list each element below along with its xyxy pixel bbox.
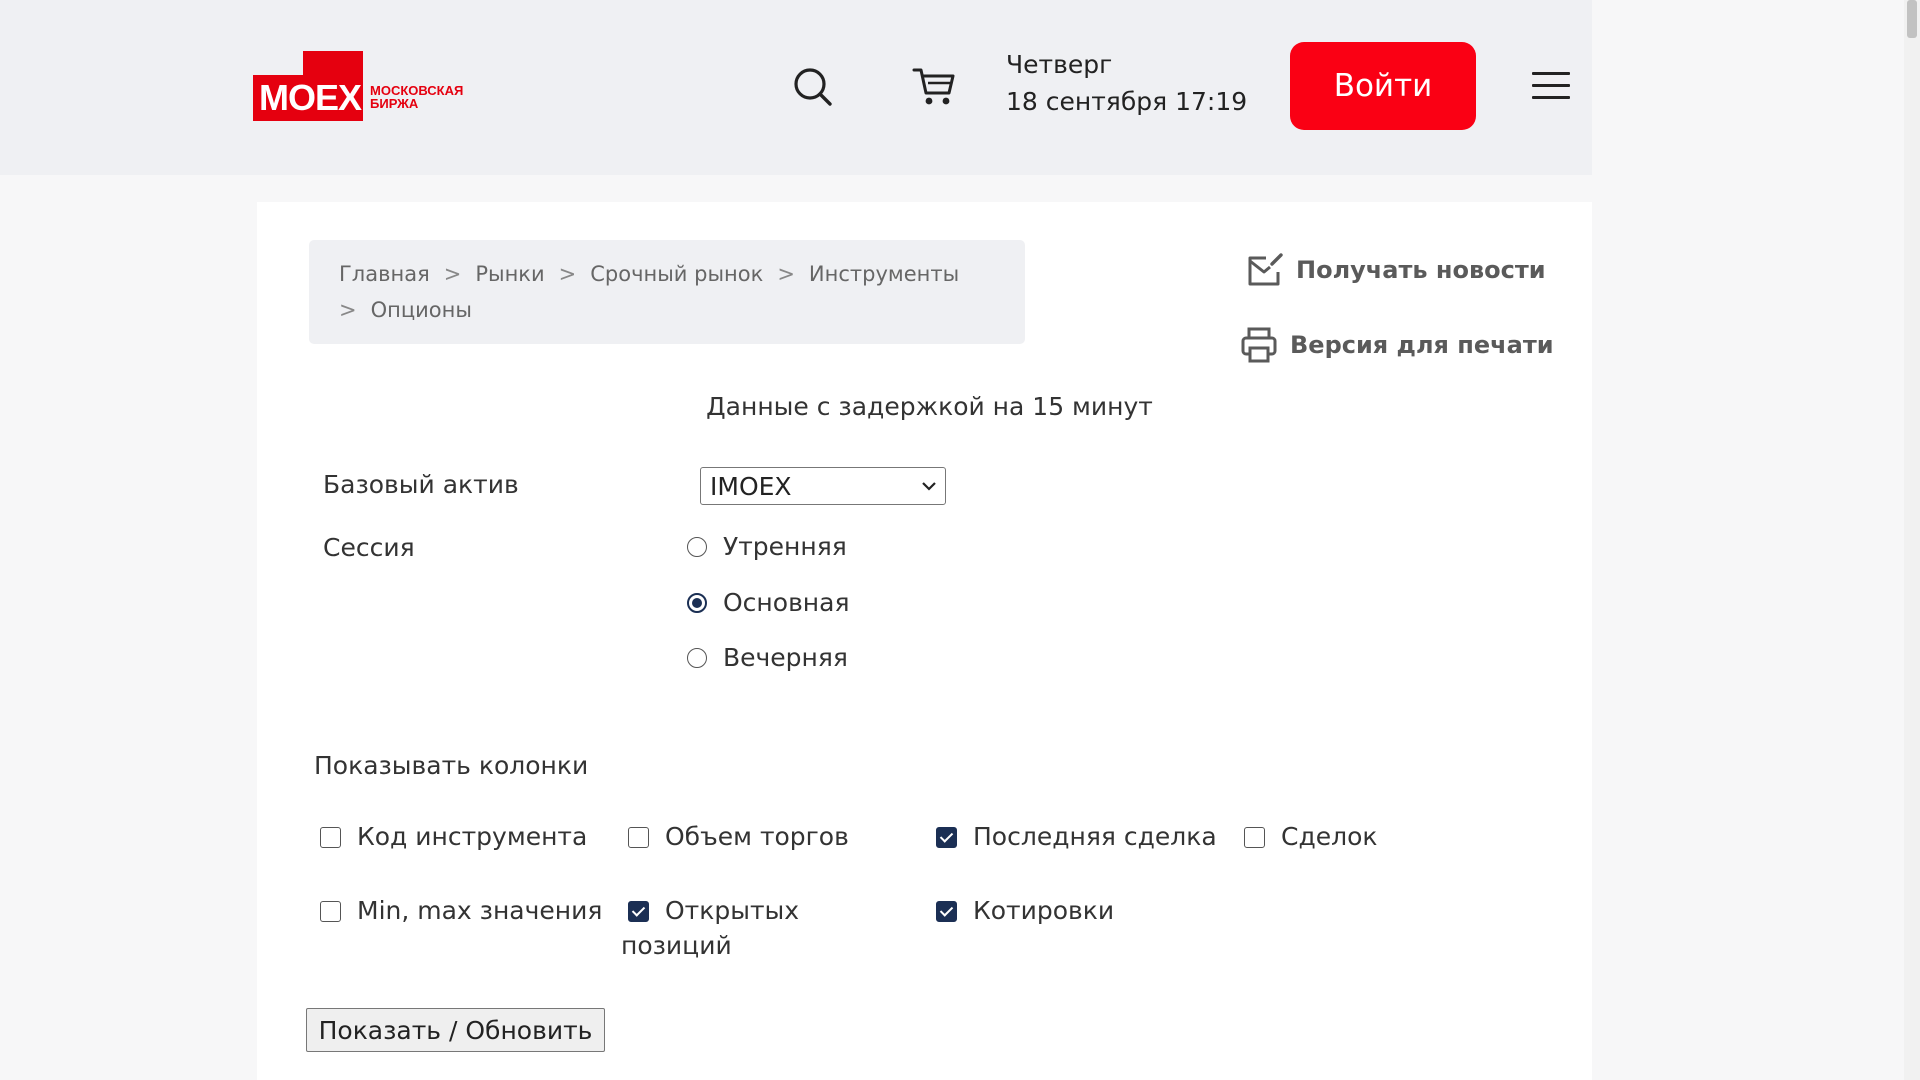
show-update-button[interactable]: Показать / Обновить (306, 1008, 605, 1052)
chevron-right-icon: > (339, 298, 357, 322)
column-last-trade-label: Последняя сделка (973, 822, 1217, 851)
checkbox-checked[interactable] (628, 901, 649, 922)
column-quotes-label: Котировки (973, 896, 1115, 925)
radio-button[interactable] (687, 536, 707, 557)
date-time: 18 сентября 17:19 (1006, 87, 1248, 116)
checkbox[interactable] (1244, 827, 1265, 848)
delay-notice: Данные с задержкой на 15 минут (706, 392, 1153, 421)
column-min-max[interactable]: Min, max значения (320, 896, 602, 925)
search-icon[interactable] (792, 66, 834, 112)
chevron-down-icon (922, 482, 936, 491)
breadcrumb-markets[interactable]: Рынки (475, 262, 544, 286)
logo-text: MOEX (259, 77, 362, 118)
printer-icon (1241, 327, 1277, 363)
login-button[interactable]: Войти (1290, 42, 1476, 130)
breadcrumb-instruments[interactable]: Инструменты (809, 262, 959, 286)
logo-mark: MOEX (253, 51, 363, 121)
column-trade-volume[interactable]: Объем торгов (628, 822, 849, 851)
moex-logo[interactable]: MOEX Московская Биржа (253, 51, 483, 121)
radio-button[interactable] (687, 647, 707, 668)
scrollbar-thumb[interactable] (1907, 0, 1917, 38)
menu-icon[interactable] (1532, 72, 1570, 102)
column-trade-volume-label: Объем торгов (665, 822, 849, 851)
session-main-label: Основная (723, 588, 850, 617)
checkbox[interactable] (320, 827, 341, 848)
mail-edit-icon (1248, 253, 1283, 286)
column-last-trade[interactable]: Последняя сделка (936, 822, 1217, 851)
subscribe-news-link[interactable]: Получать новости (1246, 252, 1546, 288)
breadcrumb-derivatives[interactable]: Срочный рынок (590, 262, 763, 286)
breadcrumb-home[interactable]: Главная (339, 262, 430, 286)
column-instrument-code-label: Код инструмента (357, 822, 588, 851)
checkbox-checked[interactable] (936, 901, 957, 922)
checkbox[interactable] (628, 827, 649, 848)
session-label: Сессия (323, 533, 415, 562)
session-main-radio[interactable]: Основная (687, 588, 850, 617)
column-open-interest[interactable]: Открытых (628, 896, 799, 925)
column-open-interest-label-line1: Открытых (665, 896, 800, 925)
print-version-link[interactable]: Версия для печати (1240, 326, 1554, 364)
breadcrumb: Главная > Рынки > Срочный рынок > Инструменты … (309, 240, 1025, 344)
column-open-interest-label-line2: позиций (621, 931, 732, 960)
session-morning-radio[interactable]: Утренняя (687, 532, 847, 561)
radio-button-selected[interactable] (687, 592, 707, 613)
column-quotes[interactable]: Котировки (936, 896, 1114, 925)
breadcrumb-options[interactable]: Опционы (371, 298, 472, 322)
session-evening-radio[interactable]: Вечерняя (687, 643, 848, 672)
logo-name-line2: Биржа (370, 96, 419, 111)
date-display: Четверг 18 сентября 17:19 (1006, 46, 1247, 120)
base-asset-label: Базовый актив (323, 470, 519, 499)
subscribe-news-label: Получать новости (1296, 256, 1546, 284)
day-of-week: Четверг (1006, 50, 1113, 79)
column-deals-label: Сделок (1281, 822, 1378, 851)
column-instrument-code[interactable]: Код инструмента (320, 822, 587, 851)
checkbox-checked[interactable] (936, 827, 957, 848)
column-deals[interactable]: Сделок (1244, 822, 1378, 851)
chevron-right-icon: > (777, 262, 795, 286)
print-version-label: Версия для печати (1290, 331, 1554, 359)
chevron-right-icon: > (443, 262, 462, 286)
chevron-right-icon: > (558, 262, 577, 286)
main-content: Главная > Рынки > Срочный рынок > Инструменты … (257, 202, 1592, 1080)
base-asset-value: IMOEX (710, 472, 792, 501)
scrollbar[interactable] (1904, 0, 1920, 1080)
columns-label: Показывать колонки (314, 751, 589, 780)
checkbox[interactable] (320, 901, 341, 922)
session-evening-label: Вечерняя (723, 643, 848, 672)
base-asset-select[interactable]: IMOEX (700, 467, 946, 505)
column-min-max-label: Min, max значения (357, 896, 603, 925)
logo-name: Московская Биржа (370, 84, 463, 110)
site-header: MOEX Московская Биржа Четверг 18 сентябр… (0, 0, 1592, 175)
session-morning-label: Утренняя (723, 532, 847, 561)
cart-icon[interactable] (912, 66, 956, 112)
